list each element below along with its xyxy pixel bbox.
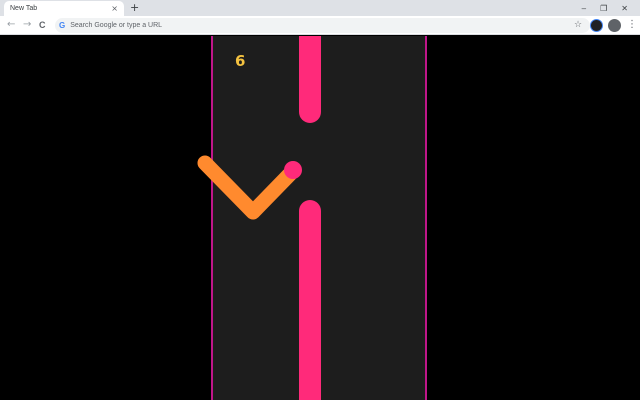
- profile-avatar-icon[interactable]: [590, 19, 603, 32]
- forward-arrow-icon[interactable]: →: [23, 19, 31, 31]
- game-viewport[interactable]: 6: [0, 36, 640, 400]
- window-close-icon[interactable]: ✕: [621, 4, 628, 13]
- extensions-puzzle-icon[interactable]: [608, 19, 621, 32]
- minimize-icon[interactable]: –: [582, 4, 586, 13]
- window-controls: – ❐ ✕: [582, 0, 636, 16]
- browser-titlebar: New Tab × + – ❐ ✕: [0, 0, 640, 16]
- snake-head: [284, 161, 302, 179]
- reload-icon[interactable]: C: [39, 19, 46, 31]
- tab-new-tab[interactable]: New Tab ×: [4, 1, 124, 16]
- game-canvas[interactable]: [0, 36, 640, 400]
- omnibox-placeholder: Search Google or type a URL: [70, 22, 163, 29]
- snake-body: [197, 155, 298, 220]
- tab-title: New Tab: [10, 5, 38, 12]
- tab-close-icon[interactable]: ×: [111, 4, 118, 13]
- omnibox[interactable]: G Search Google or type a URL: [55, 18, 590, 33]
- restore-icon[interactable]: ❐: [600, 4, 607, 13]
- back-arrow-icon[interactable]: ←: [7, 19, 15, 31]
- browser-menu-icon[interactable]: ⋮: [627, 18, 637, 32]
- new-tab-button[interactable]: +: [130, 1, 139, 15]
- google-g-icon: G: [59, 21, 66, 30]
- bookmark-star-icon[interactable]: ☆: [574, 20, 582, 30]
- browser-toolbar: ← → C G Search Google or type a URL ☆ ⋮: [0, 16, 640, 35]
